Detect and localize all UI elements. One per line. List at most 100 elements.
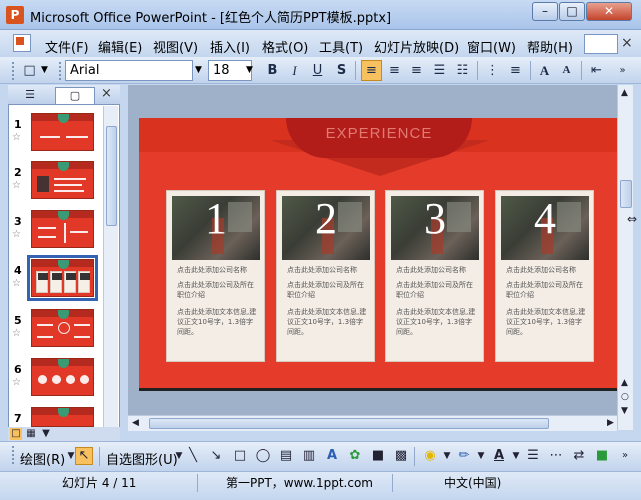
menu-window[interactable]: 窗口(W) xyxy=(467,37,516,56)
toolbar-grip[interactable] xyxy=(59,62,62,80)
select-pointer-icon[interactable]: ↖ xyxy=(75,447,93,465)
language-indicator: 中文(中国) xyxy=(444,476,502,490)
scroll-left-icon[interactable]: ◀ xyxy=(132,418,139,428)
vertical-textbox-icon[interactable]: ▥ xyxy=(300,447,318,465)
slide-thumbnail-7[interactable] xyxy=(31,407,94,427)
draw-menu-button[interactable]: 绘图(R) xyxy=(20,449,65,468)
slide-thumbnail-4[interactable] xyxy=(27,255,98,301)
fill-color-icon[interactable]: ◉ xyxy=(421,447,439,465)
minimize-button[interactable]: – xyxy=(532,2,558,21)
experience-card-1[interactable]: 1 点击此处添加公司名称 点击此处添加公司及所在职位介绍 点击此处添加文本信息,… xyxy=(166,190,265,362)
menu-edit[interactable]: 编辑(E) xyxy=(98,37,142,56)
clip-art-icon[interactable]: ■ xyxy=(369,447,387,465)
italic-button[interactable]: I xyxy=(284,60,305,81)
slide-thumbnail-3[interactable] xyxy=(31,210,94,248)
toolbar-grip[interactable] xyxy=(12,62,15,80)
bold-button[interactable]: B xyxy=(262,60,283,81)
toolbar-separator xyxy=(99,447,100,466)
autoshapes-menu-button[interactable]: 自选图形(U) xyxy=(106,449,178,468)
horizontal-scrollbar[interactable] xyxy=(128,415,617,431)
shadow-style-icon[interactable]: ■ xyxy=(593,447,611,465)
dash-style-icon[interactable]: ⋯ xyxy=(547,447,565,465)
normal-view-icon[interactable]: □ xyxy=(10,428,22,440)
menu-view[interactable]: 视图(V) xyxy=(153,37,198,56)
textbox-icon[interactable]: ▤ xyxy=(277,447,295,465)
powerpoint-app-icon[interactable]: P xyxy=(6,6,24,24)
shrink-font-button[interactable]: A xyxy=(556,60,577,81)
design-template-name: 第一PPT，www.1ppt.com xyxy=(226,476,373,490)
toolbar-options-icon[interactable]: » xyxy=(616,447,634,465)
diagram-icon[interactable]: ✿ xyxy=(346,447,364,465)
card-text-1: 点击此处添加公司名称 xyxy=(287,266,357,274)
document-icon[interactable] xyxy=(13,34,31,52)
card-text-3: 点击此处添加文本信息,建议正文10号字，1.3倍字间距。 xyxy=(396,308,476,336)
numbering-icon[interactable]: ⋮ xyxy=(482,60,503,81)
distribute-icon[interactable]: ☰ xyxy=(429,60,450,81)
shadow-button[interactable]: S xyxy=(331,60,352,81)
tab-slides[interactable]: ▢ xyxy=(55,87,95,104)
align-center-icon[interactable]: ≡ xyxy=(384,60,405,81)
underline-button[interactable]: U xyxy=(307,60,328,81)
slide-thumbnail-5[interactable] xyxy=(31,309,94,347)
chevron-down-icon[interactable]: ▼ xyxy=(472,447,490,465)
select-object-icon[interactable]: ○ xyxy=(621,392,629,402)
insert-picture-icon[interactable]: ▩ xyxy=(392,447,410,465)
wordart-icon[interactable]: A xyxy=(323,447,341,465)
tab-outline[interactable]: ☰ xyxy=(10,87,50,104)
font-name-dropdown[interactable]: ▼ xyxy=(192,60,205,81)
menu-file[interactable]: 文件(F) xyxy=(45,37,89,56)
line-icon[interactable]: ╲ xyxy=(184,447,202,465)
slide-number: 4 xyxy=(14,264,22,277)
status-divider xyxy=(197,474,198,492)
chevron-down-icon[interactable]: ▼ xyxy=(507,447,525,465)
slide-thumbnail-2[interactable] xyxy=(31,161,94,199)
slide-sorter-icon[interactable]: ▦ xyxy=(25,428,37,440)
scroll-up-icon[interactable]: ▲ xyxy=(621,88,628,98)
line-color-icon[interactable]: ✏ xyxy=(455,447,473,465)
menu-slideshow[interactable]: 幻灯片放映(D) xyxy=(374,37,459,56)
experience-card-2[interactable]: 2 点击此处添加公司名称 点击此处添加公司及所在职位介绍 点击此处添加文本信息,… xyxy=(276,190,375,362)
chevron-down-icon[interactable]: ▼ xyxy=(438,447,456,465)
font-size-dropdown[interactable]: ▼ xyxy=(243,60,256,81)
help-search-input[interactable] xyxy=(584,34,618,54)
card-text-1: 点击此处添加公司名称 xyxy=(177,266,247,274)
close-panel-button[interactable]: × xyxy=(101,86,112,101)
window-title: Microsoft Office PowerPoint - [红色个人简历PPT… xyxy=(30,11,392,26)
menu-help[interactable]: 帮助(H) xyxy=(527,37,573,56)
experience-card-3[interactable]: 3 点击此处添加公司名称 点击此处添加公司及所在职位介绍 点击此处添加文本信息,… xyxy=(385,190,484,362)
arrow-style-icon[interactable]: ⇄ xyxy=(570,447,588,465)
new-document-icon[interactable]: □ xyxy=(19,60,40,81)
line-style-icon[interactable]: ☰ xyxy=(524,447,542,465)
align-right-icon[interactable]: ≡ xyxy=(406,60,427,81)
slide-thumbnail-1[interactable] xyxy=(31,113,94,151)
panel-scrollbar[interactable] xyxy=(103,106,118,439)
toolbar-grip[interactable] xyxy=(12,446,15,464)
slide-thumbnail-6[interactable] xyxy=(31,358,94,396)
menu-tools[interactable]: 工具(T) xyxy=(319,37,363,56)
scroll-right-icon[interactable]: ▶ xyxy=(607,418,614,428)
font-color-icon[interactable]: A xyxy=(490,447,508,465)
maximize-button[interactable]: □ xyxy=(559,2,585,21)
chevron-down-icon[interactable]: ▼ xyxy=(38,60,51,81)
menu-format[interactable]: 格式(O) xyxy=(262,37,308,56)
rectangle-icon[interactable]: □ xyxy=(231,447,249,465)
grow-font-button[interactable]: A xyxy=(534,60,555,81)
close-document-button[interactable]: × xyxy=(621,35,633,51)
previous-slide-icon[interactable]: ▲ xyxy=(621,378,628,388)
menu-insert[interactable]: 插入(I) xyxy=(210,37,250,56)
close-button[interactable]: ✕ xyxy=(586,2,632,21)
font-name-select[interactable]: Arial xyxy=(65,60,193,81)
align-left-icon[interactable]: ≡ xyxy=(361,60,382,81)
toolbar-options-icon[interactable]: » xyxy=(612,60,633,81)
arrow-icon[interactable]: ↘ xyxy=(207,447,225,465)
card-text-2: 点击此处添加公司及所在职位介绍 xyxy=(287,281,364,299)
slide-heading[interactable]: EXPERIENCE xyxy=(300,125,458,142)
oval-icon[interactable]: ◯ xyxy=(254,447,272,465)
experience-card-4[interactable]: 4 点击此处添加公司名称 点击此处添加公司及所在职位介绍 点击此处添加文本信息,… xyxy=(495,190,594,362)
slideshow-icon[interactable]: ▼ xyxy=(40,428,52,440)
next-slide-icon[interactable]: ▼ xyxy=(621,406,628,416)
transition-star-icon: ☆ xyxy=(12,229,21,240)
decrease-indent-icon[interactable]: ⇤ xyxy=(586,60,607,81)
columns-icon[interactable]: ☷ xyxy=(452,60,473,81)
bullets-icon[interactable]: ≡ xyxy=(505,60,526,81)
